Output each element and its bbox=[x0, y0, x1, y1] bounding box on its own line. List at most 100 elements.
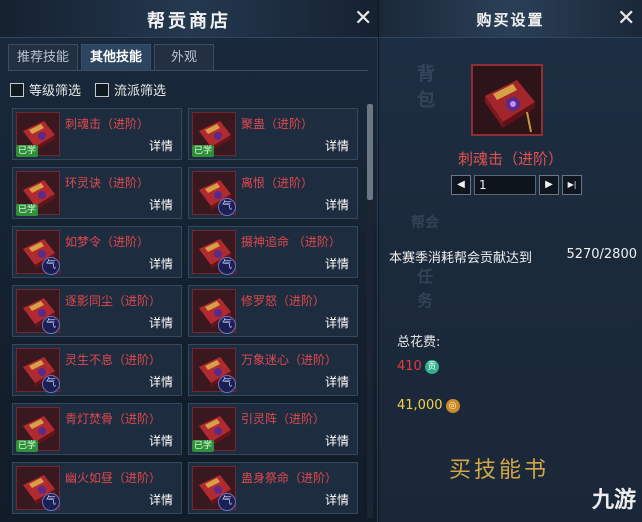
background-banner-text: 买技能书 bbox=[449, 458, 550, 483]
school-icon: 气 bbox=[42, 375, 60, 393]
detail-button[interactable]: 详情 bbox=[325, 314, 349, 331]
skill-name: 灵生不息（进阶） bbox=[65, 353, 162, 367]
requirement-value: 5270/2800 bbox=[566, 247, 637, 262]
school-icon: 气 bbox=[218, 198, 236, 216]
quantity-stepper: ◀ ▶ ▶| bbox=[451, 175, 582, 195]
tab-recommended-skills[interactable]: 推荐技能 bbox=[8, 44, 79, 70]
detail-button[interactable]: 详情 bbox=[149, 491, 173, 508]
skill-name: 逐影同尘（进阶） bbox=[65, 294, 162, 308]
quantity-input[interactable] bbox=[474, 175, 536, 195]
skill-name: 聚蛊（进阶） bbox=[241, 117, 314, 131]
skill-name: 引灵阵（进阶） bbox=[241, 412, 326, 426]
selected-item-name: 刺魂击（进阶） bbox=[457, 150, 563, 168]
detail-button[interactable]: 详情 bbox=[325, 373, 349, 390]
skill-card[interactable]: 聚蛊（进阶） 详情 已学 bbox=[188, 108, 358, 160]
detail-button[interactable]: 详情 bbox=[325, 137, 349, 154]
skill-name: 万象迷心（进阶） bbox=[241, 353, 338, 367]
shop-title: 帮贡商店 bbox=[147, 11, 231, 32]
skill-card[interactable]: 离恨（进阶） 详情 气 bbox=[188, 167, 358, 219]
school-icon: 气 bbox=[218, 493, 236, 511]
detail-button[interactable]: 详情 bbox=[325, 196, 349, 213]
school-icon: 气 bbox=[42, 257, 60, 275]
purchase-header: 购买设置 ✕ bbox=[379, 0, 642, 38]
tab-other-skills[interactable]: 其他技能 bbox=[81, 44, 152, 70]
silver-cost-row: 41,000 ◎ bbox=[397, 398, 460, 413]
increase-quantity-button[interactable]: ▶ bbox=[539, 175, 559, 195]
guild-shop-panel: 帮贡商店 ✕ 推荐技能 其他技能 外观 等级筛选 流派筛选 刺魂击（进阶） 详情已… bbox=[0, 0, 378, 522]
background-guild-label: 帮会 bbox=[411, 215, 439, 231]
detail-button[interactable]: 详情 bbox=[149, 255, 173, 272]
school-filter-label: 流派筛选 bbox=[114, 84, 167, 99]
detail-button[interactable]: 详情 bbox=[149, 314, 173, 331]
grid-scrollbar[interactable] bbox=[367, 104, 373, 518]
skill-card[interactable]: 修罗怒（进阶） 详情 气 bbox=[188, 285, 358, 337]
skill-card[interactable]: 青灯焚骨（进阶） 详情 已学 bbox=[12, 403, 182, 455]
skill-book-icon bbox=[471, 64, 543, 136]
skill-name: 修罗怒（进阶） bbox=[241, 294, 326, 308]
learned-badge: 已学 bbox=[192, 145, 214, 157]
shop-tabs: 推荐技能 其他技能 外观 bbox=[8, 44, 215, 70]
school-icon: 气 bbox=[218, 375, 236, 393]
purchase-panel: 背包 帮会 任务 购买设置 ✕ 刺魂击（进阶） ◀ ▶ ▶| 本赛季消耗帮会贡献… bbox=[379, 0, 642, 522]
purchase-close-icon[interactable]: ✕ bbox=[617, 8, 635, 30]
skill-card[interactable]: 刺魂击（进阶） 详情 已学 bbox=[12, 108, 182, 160]
skill-card[interactable]: 引灵阵（进阶） 详情 已学 bbox=[188, 403, 358, 455]
detail-button[interactable]: 详情 bbox=[325, 255, 349, 272]
detail-button[interactable]: 详情 bbox=[149, 432, 173, 449]
skill-card[interactable]: 逐影同尘（进阶） 详情 气 bbox=[12, 285, 182, 337]
contribution-icon: 贡 bbox=[424, 359, 439, 374]
silver-cost-value: 41,000 bbox=[397, 398, 443, 413]
background-quest-label: 任务 bbox=[417, 267, 434, 310]
skill-card[interactable]: 环灵诀（进阶） 详情 已学 bbox=[12, 167, 182, 219]
school-icon: 气 bbox=[42, 493, 60, 511]
tab-appearance[interactable]: 外观 bbox=[154, 44, 215, 70]
detail-button[interactable]: 详情 bbox=[149, 196, 173, 213]
detail-button[interactable]: 详情 bbox=[149, 137, 173, 154]
site-watermark: 九游 bbox=[591, 488, 636, 513]
decrease-quantity-button[interactable]: ◀ bbox=[451, 175, 471, 195]
school-icon: 气 bbox=[42, 316, 60, 334]
requirement-label: 本赛季消耗帮会贡献达到 bbox=[389, 251, 533, 266]
grid-scrollbar-thumb[interactable] bbox=[367, 104, 373, 200]
level-filter-checkbox[interactable] bbox=[10, 82, 24, 97]
level-filter[interactable]: 等级筛选 bbox=[10, 80, 81, 99]
detail-button[interactable]: 详情 bbox=[325, 491, 349, 508]
shop-header: 帮贡商店 ✕ bbox=[0, 0, 378, 38]
background-bag-label: 背包 bbox=[417, 64, 435, 111]
skill-name: 青灯焚骨（进阶） bbox=[65, 412, 162, 426]
contribution-cost-value: 410 bbox=[397, 359, 422, 374]
max-quantity-button[interactable]: ▶| bbox=[562, 175, 582, 195]
contribution-cost-row: 410 贡 bbox=[397, 359, 439, 374]
level-filter-label: 等级筛选 bbox=[29, 84, 82, 99]
skill-card[interactable]: 蛊身祭命（进阶） 详情 气 bbox=[188, 462, 358, 514]
learned-badge: 已学 bbox=[16, 440, 38, 452]
shop-close-icon[interactable]: ✕ bbox=[354, 8, 372, 30]
purchase-title: 购买设置 bbox=[476, 11, 545, 29]
learned-badge: 已学 bbox=[16, 204, 38, 216]
skill-name: 环灵诀（进阶） bbox=[65, 176, 150, 190]
total-cost-label: 总花费: bbox=[397, 335, 441, 350]
skill-card[interactable]: 灵生不息（进阶） 详情 气 bbox=[12, 344, 182, 396]
learned-badge: 已学 bbox=[16, 145, 38, 157]
skill-name: 幽火如昼（进阶） bbox=[65, 471, 162, 485]
school-icon: 气 bbox=[218, 316, 236, 334]
skill-name: 如梦令（进阶） bbox=[65, 235, 150, 249]
learned-badge: 已学 bbox=[192, 440, 214, 452]
skill-card[interactable]: 如梦令（进阶） 详情 气 bbox=[12, 226, 182, 278]
detail-button[interactable]: 详情 bbox=[325, 432, 349, 449]
school-icon: 气 bbox=[218, 257, 236, 275]
detail-button[interactable]: 详情 bbox=[149, 373, 173, 390]
requirement-row: 本赛季消耗帮会贡献达到 5270/2800 bbox=[389, 247, 639, 266]
school-filter[interactable]: 流派筛选 bbox=[95, 80, 166, 99]
skill-card[interactable]: 万象迷心（进阶） 详情 气 bbox=[188, 344, 358, 396]
skill-card[interactable]: 幽火如昼（进阶） 详情 气 bbox=[12, 462, 182, 514]
tab-divider bbox=[8, 70, 368, 71]
skill-name: 蛊身祭命（进阶） bbox=[241, 471, 338, 485]
skill-card[interactable]: 摄神追命 （进阶） 详情 气 bbox=[188, 226, 358, 278]
silver-coin-icon: ◎ bbox=[445, 398, 460, 413]
skill-name: 离恨（进阶） bbox=[241, 176, 314, 190]
school-filter-checkbox[interactable] bbox=[95, 82, 110, 97]
filter-bar: 等级筛选 流派筛选 bbox=[10, 80, 166, 99]
skill-name: 刺魂击（进阶） bbox=[65, 117, 150, 131]
skill-name: 摄神追命 （进阶） bbox=[241, 235, 341, 249]
